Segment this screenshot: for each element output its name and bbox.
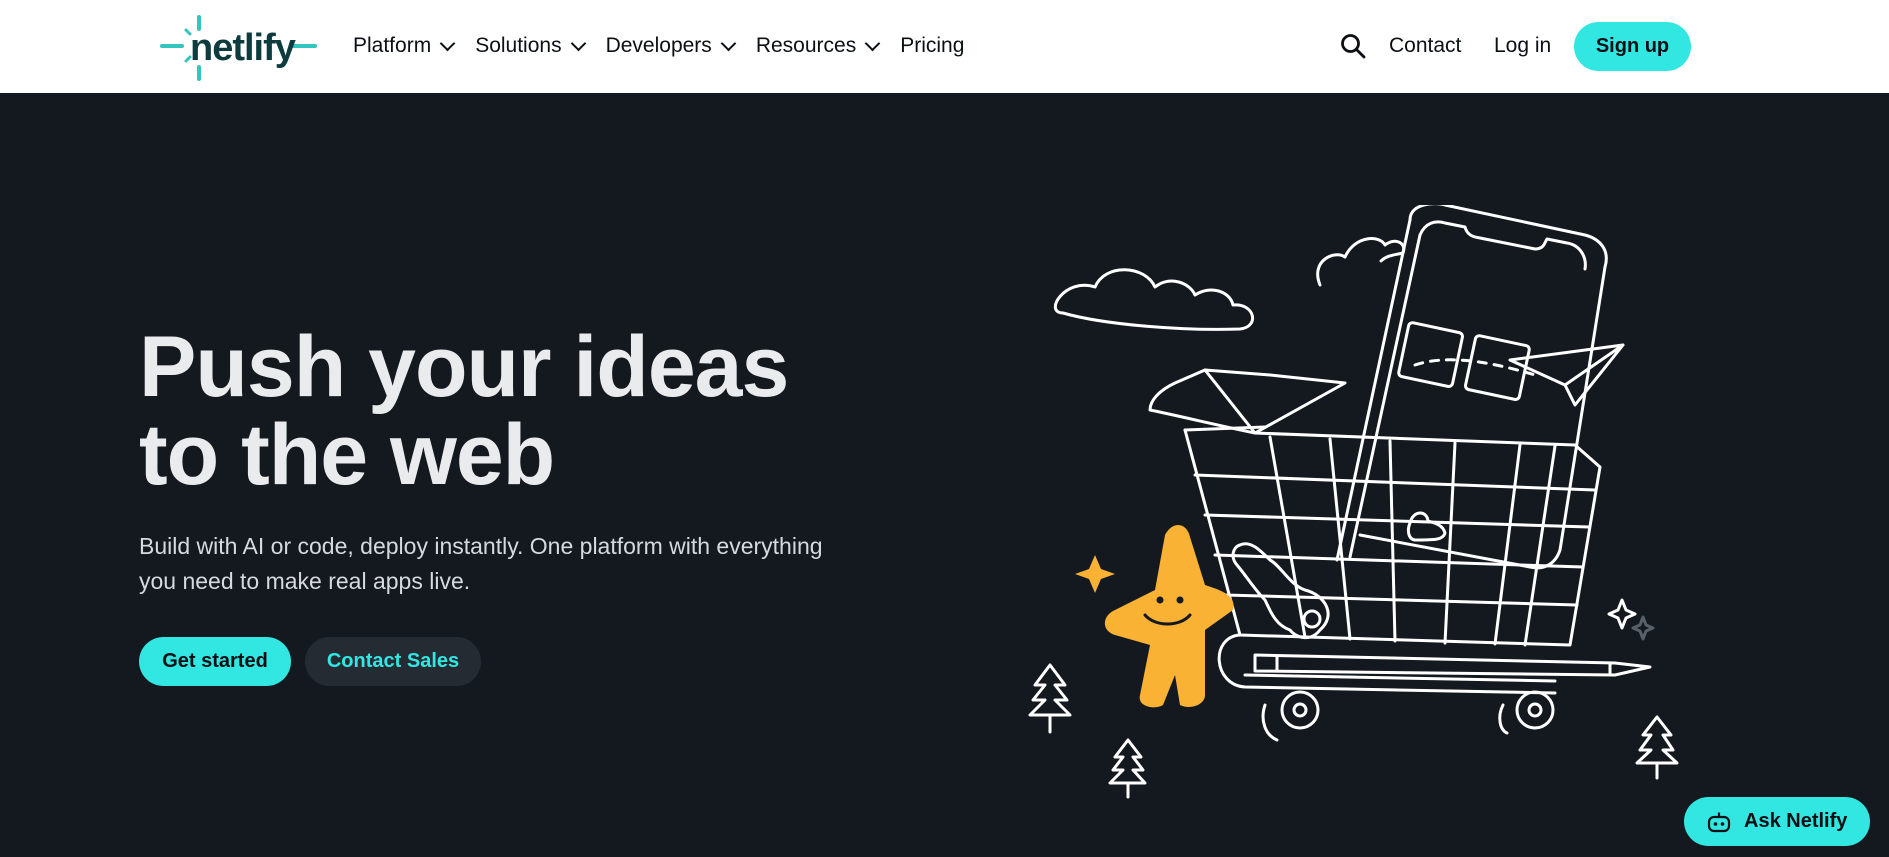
sparkle-icon	[1607, 598, 1637, 630]
signup-button[interactable]: Sign up	[1574, 22, 1691, 71]
netlify-logo[interactable]: netlify	[160, 15, 320, 81]
nav-solutions-label: Solutions	[475, 34, 562, 57]
nav-resources[interactable]: Resources	[755, 30, 881, 62]
hero-subtitle: Build with AI or code, deploy instantly.…	[139, 533, 823, 594]
cloud-left-icon	[1053, 268, 1255, 331]
chevron-down-icon	[439, 35, 456, 51]
ask-netlify-label: Ask Netlify	[1744, 810, 1848, 832]
nav-solutions[interactable]: Solutions	[475, 30, 586, 62]
contact-sales-button[interactable]: Contact Sales	[305, 637, 481, 686]
chevron-down-icon	[864, 35, 881, 51]
nav-pricing[interactable]: Pricing	[900, 30, 964, 62]
pencil-icon	[1253, 653, 1652, 677]
search-icon[interactable]	[1340, 33, 1366, 59]
tree-icon	[1108, 738, 1147, 799]
mascot-star-icon	[1075, 525, 1234, 708]
duck-icon	[1406, 511, 1447, 542]
nav-pricing-label: Pricing	[900, 34, 965, 57]
contact-link[interactable]: Contact	[1389, 34, 1461, 58]
sparkle-icon	[1631, 615, 1655, 641]
nav-developers[interactable]: Developers	[605, 30, 737, 62]
ask-netlify-button[interactable]: Ask Netlify	[1684, 797, 1870, 846]
top-navigation-bar: netlify Platform Solutions Developers Re…	[0, 0, 1889, 93]
nav-platform-label: Platform	[353, 34, 432, 57]
login-link[interactable]: Log in	[1494, 34, 1551, 58]
cloud-right-icon	[1316, 237, 1406, 287]
tree-icon	[1028, 663, 1072, 734]
hero-title: Push your ideas to the web	[139, 323, 939, 499]
hero-illustration	[1028, 205, 1679, 799]
get-started-button[interactable]: Get started	[139, 637, 291, 686]
tree-icon	[1635, 715, 1679, 780]
chevron-down-icon	[570, 35, 586, 51]
logo-wordmark: netlify	[190, 27, 296, 69]
hero-title-line-2: to the web	[139, 407, 555, 503]
main-nav: Platform Solutions Developers Resources …	[353, 30, 986, 62]
guitar-hole-icon	[1302, 609, 1322, 629]
nav-developers-label: Developers	[605, 34, 712, 57]
nav-platform[interactable]: Platform	[353, 30, 456, 62]
hero-title-line-1: Push your ideas	[139, 319, 789, 415]
nav-resources-label: Resources	[755, 34, 857, 57]
chevron-down-icon	[720, 35, 737, 51]
shopping-cart-icon	[1183, 425, 1602, 742]
robot-icon	[1707, 812, 1731, 832]
